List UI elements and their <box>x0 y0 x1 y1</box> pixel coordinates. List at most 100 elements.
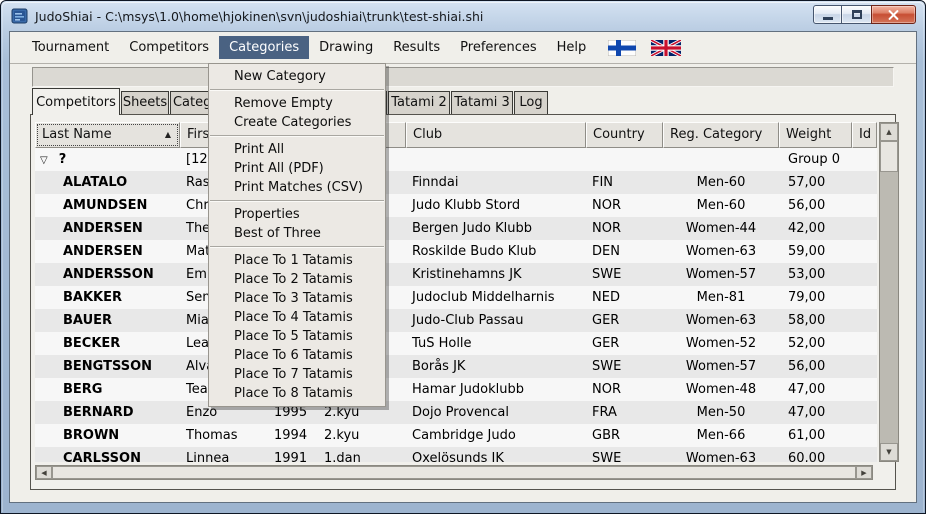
cell-category: Women-57 <box>663 355 779 378</box>
cell-club: Bergen Judo Klubb <box>406 217 586 240</box>
client-area: TournamentCompetitorsCategoriesDrawingRe… <box>9 31 917 503</box>
cell-last-name: ALATALO <box>35 171 180 194</box>
cell-last-name: ANDERSEN <box>35 217 180 240</box>
cell-category: Men-50 <box>663 401 779 424</box>
maximize-button[interactable] <box>842 5 871 24</box>
cell-club: Finndai <box>406 171 586 194</box>
cell-category: Men-66 <box>663 424 779 447</box>
menu-item-place-to-4-tatamis[interactable]: Place To 4 Tatamis <box>209 308 385 327</box>
menu-item-place-to-5-tatamis[interactable]: Place To 5 Tatamis <box>209 327 385 346</box>
menu-item-print-matches-csv[interactable]: Print Matches (CSV) <box>209 178 385 197</box>
column-header-label: Reg. Category <box>670 127 762 142</box>
menu-item-properties[interactable]: Properties <box>209 205 385 224</box>
minimize-button[interactable] <box>813 5 842 24</box>
menu-item-print-all-pdf[interactable]: Print All (PDF) <box>209 159 385 178</box>
menu-separator <box>210 135 384 137</box>
menubar-item-categories[interactable]: Categories <box>219 36 309 59</box>
cell-id <box>852 309 877 332</box>
menu-item-place-to-1-tatamis[interactable]: Place To 1 Tatamis <box>209 251 385 270</box>
table-row[interactable]: BERGTeaHamar JudoklubbNORWomen-4847,00 <box>35 378 877 401</box>
horizontal-scrollbar[interactable]: ◀ ▶ <box>35 465 873 480</box>
cell-club: Hamar Judoklubb <box>406 378 586 401</box>
menu-item-place-to-3-tatamis[interactable]: Place To 3 Tatamis <box>209 289 385 308</box>
table-row[interactable]: ANDERSENTheaBergen Judo KlubbNORWomen-44… <box>35 217 877 240</box>
menubar-item-competitors[interactable]: Competitors <box>119 36 219 59</box>
column-header-reg-category[interactable]: Reg. Category <box>663 122 779 148</box>
menu-item-place-to-7-tatamis[interactable]: Place To 7 Tatamis <box>209 365 385 384</box>
menubar-item-help[interactable]: Help <box>547 36 597 59</box>
cell-country: NED <box>586 286 663 309</box>
tab-sheets[interactable]: Sheets <box>121 91 169 114</box>
cell-country: SWE <box>586 263 663 286</box>
cell-id <box>852 217 877 240</box>
group-row[interactable]: ▽?[129Group 0 <box>35 148 877 171</box>
cell-club: Judo Klubb Stord <box>406 194 586 217</box>
vertical-scroll-track[interactable] <box>880 172 898 443</box>
column-header-last-name[interactable]: Last Name▲ <box>35 122 180 148</box>
scroll-left-button[interactable]: ◀ <box>36 466 52 479</box>
column-header-id[interactable]: Id <box>852 122 877 148</box>
table-row[interactable]: BROWNThomas19942.kyuCambridge JudoGBRMen… <box>35 424 877 447</box>
table-row[interactable]: CARLSSONLinnea19911.danOxelösunds JKSWEW… <box>35 447 877 462</box>
vertical-scroll-thumb[interactable] <box>880 141 898 172</box>
menu-item-new-category[interactable]: New Category <box>209 67 385 86</box>
cell-weight: 60,00 <box>779 447 852 462</box>
table-row[interactable]: ANDERSENMathRoskilde Budo KlubDENWomen-6… <box>35 240 877 263</box>
cell-country: FRA <box>586 401 663 424</box>
menubar-item-preferences[interactable]: Preferences <box>450 36 546 59</box>
scroll-right-button[interactable]: ▶ <box>856 466 872 479</box>
tab-tatami-3[interactable]: Tatami 3 <box>451 91 513 114</box>
cell-category <box>663 148 779 171</box>
cell-first-name: Thomas <box>180 424 268 447</box>
horizontal-scroll-thumb[interactable] <box>52 466 856 479</box>
table-row[interactable]: BERNARDEnzo19952.kyuDojo ProvencalFRAMen… <box>35 401 877 424</box>
finnish-flag-icon[interactable] <box>608 40 636 56</box>
cell-year: 1991 <box>268 447 318 462</box>
menu-item-remove-empty[interactable]: Remove Empty <box>209 94 385 113</box>
close-button[interactable] <box>871 5 916 24</box>
toolbar <box>32 67 894 87</box>
column-header-country[interactable]: Country <box>586 122 663 148</box>
table-row[interactable]: BECKERLeaTuS HolleGERWomen-5252,00 <box>35 332 877 355</box>
menu-item-place-to-2-tatamis[interactable]: Place To 2 Tatamis <box>209 270 385 289</box>
menu-separator <box>210 246 384 248</box>
menubar-item-results[interactable]: Results <box>383 36 450 59</box>
expander-open-icon[interactable]: ▽ <box>40 155 48 166</box>
menubar-item-tournament[interactable]: Tournament <box>22 36 119 59</box>
cell-country <box>586 148 663 171</box>
tab-tatami-2[interactable]: Tatami 2 <box>388 91 450 114</box>
application-window: JudoShiai - C:\msys\1.0\home\hjokinen\sv… <box>0 0 926 514</box>
tab-log[interactable]: Log <box>514 91 548 114</box>
cell-id <box>852 355 877 378</box>
scroll-right-icon: ▶ <box>861 469 866 477</box>
uk-flag-icon[interactable] <box>651 40 681 56</box>
cell-last-name: BENGTSSON <box>35 355 180 378</box>
table-body: ▽?[129Group 0ALATALORasmFinndaiFINMen-60… <box>35 148 877 462</box>
table-row[interactable]: ALATALORasmFinndaiFINMen-6057,00 <box>35 171 877 194</box>
vertical-scrollbar[interactable]: ▲ ▼ <box>879 122 899 462</box>
column-header-label: Country <box>593 127 645 142</box>
scroll-down-button[interactable]: ▼ <box>880 443 898 461</box>
tab-competitors[interactable]: Competitors <box>32 88 120 115</box>
cell-last-name: BECKER <box>35 332 180 355</box>
scroll-up-button[interactable]: ▲ <box>880 123 898 141</box>
table-row[interactable]: BENGTSSONAlvaBorås JKSWEWomen-5756,00 <box>35 355 877 378</box>
table-row[interactable]: BAUERMiaJudo-Club PassauGERWomen-6358,00 <box>35 309 877 332</box>
cell-category: Women-48 <box>663 378 779 401</box>
menu-item-best-of-three[interactable]: Best of Three <box>209 224 385 243</box>
menu-item-create-categories[interactable]: Create Categories <box>209 113 385 132</box>
cell-first-name: Linnea <box>180 447 268 462</box>
menu-item-place-to-6-tatamis[interactable]: Place To 6 Tatamis <box>209 346 385 365</box>
table-row[interactable]: ANDERSSONEmmKristinehamns JKSWEWomen-575… <box>35 263 877 286</box>
menubar-item-drawing[interactable]: Drawing <box>309 36 383 59</box>
menu-item-place-to-8-tatamis[interactable]: Place To 8 Tatamis <box>209 384 385 403</box>
menu-item-print-all[interactable]: Print All <box>209 140 385 159</box>
titlebar[interactable]: JudoShiai - C:\msys\1.0\home\hjokinen\sv… <box>1 1 925 31</box>
cell-club: Oxelösunds JK <box>406 447 586 462</box>
cell-last-name: BAKKER <box>35 286 180 309</box>
table-row[interactable]: AMUNDSENChrisJudo Klubb StordNORMen-6056… <box>35 194 877 217</box>
column-header-weight[interactable]: Weight <box>779 122 852 148</box>
cell-country: NOR <box>586 194 663 217</box>
table-row[interactable]: BAKKERSemJudoclub MiddelharnisNEDMen-817… <box>35 286 877 309</box>
column-header-club[interactable]: Club <box>406 122 586 148</box>
